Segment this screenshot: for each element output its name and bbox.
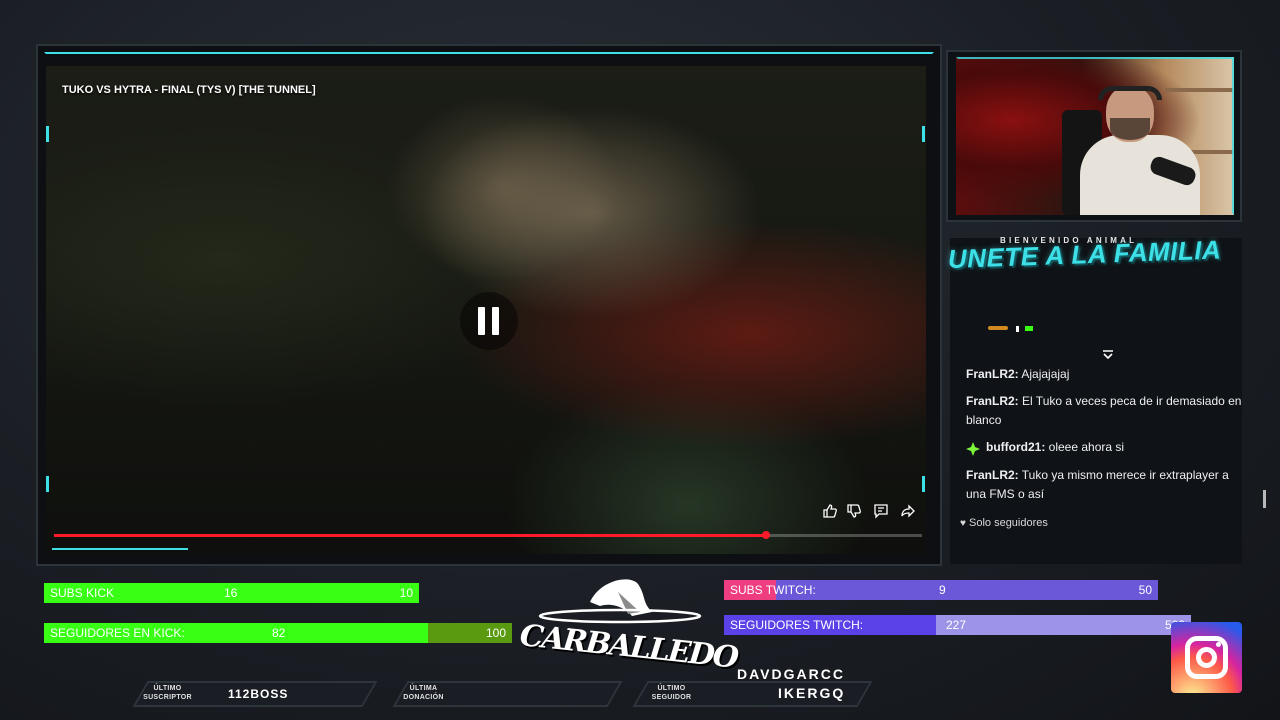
chat-message: bufford21: oleee ahora si <box>986 438 1268 457</box>
chat-text: oleee ahora si <box>1048 440 1125 454</box>
followers-kick-target: 100 <box>485 626 506 640</box>
subs-kick-bar: SUBS KICK 16 10 <box>44 583 419 603</box>
frame-accent <box>922 126 925 142</box>
last-subscriber-name: 112BOSS <box>228 687 289 701</box>
subs-twitch-bar: SUBS TWITCH: 9 50 <box>724 580 1158 600</box>
pause-button[interactable] <box>460 292 518 350</box>
last-donation-caption: ÚLTIMA DONACIÓN <box>396 684 451 702</box>
last-follower-name: IKERGQ <box>778 685 846 701</box>
caption-line: ÚLTIMA <box>409 685 438 692</box>
followers-kick-bar: SEGUIDORES EN KICK: 82 100 <box>44 623 512 643</box>
followers-only-label: Solo seguidores <box>969 517 1048 529</box>
last-subscriber-caption: ÚLTIMO SUSCRIPTOR <box>140 684 195 702</box>
followers-only-status[interactable]: ♥ Solo seguidores <box>960 517 1048 529</box>
followers-twitch-label: SEGUIDORES TWITCH: <box>730 618 864 632</box>
comment-icon[interactable] <box>872 503 890 521</box>
green-diamond-badge-icon <box>966 442 980 456</box>
frame-accent <box>52 548 188 550</box>
caption-line: DONACIÓN <box>403 694 444 701</box>
chat-message: FranLR2: Ajajajajaj <box>966 365 1248 384</box>
chat-username[interactable]: bufford21: <box>986 440 1045 454</box>
caption-line: ÚLTIMO <box>153 685 182 692</box>
frame-accent <box>46 126 49 142</box>
chat-username[interactable]: FranLR2: <box>966 394 1019 408</box>
thumbs-up-icon[interactable] <box>821 503 839 521</box>
chat-username[interactable]: FranLR2: <box>966 367 1019 381</box>
subs-kick-current: 16 <box>224 586 238 600</box>
followers-twitch-current: 227 <box>946 618 967 632</box>
caption-line: SUSCRIPTOR <box>143 694 192 701</box>
chat-message: FranLR2: El Tuko a veces peca de ir dema… <box>966 392 1248 430</box>
chat-username[interactable]: FranLR2: <box>966 468 1019 482</box>
frame-accent <box>922 476 925 492</box>
last-follower-caption: ÚLTIMO SEGUIDOR <box>644 684 699 702</box>
subs-kick-target: 10 <box>399 586 413 600</box>
subs-twitch-target: 50 <box>1138 583 1152 597</box>
followers-kick-current: 82 <box>272 626 286 640</box>
chat-partial-text <box>1016 326 1019 332</box>
followers-kick-label: SEGUIDORES EN KICK: <box>50 626 185 640</box>
video-title[interactable]: TUKO VS HYTRA - FINAL (TYS V) [THE TUNNE… <box>62 84 316 96</box>
caption-line: SEGUIDOR <box>651 694 692 701</box>
followers-twitch-bar: SEGUIDORES TWITCH: 227 500 <box>724 615 1191 635</box>
caption-line: ÚLTIMO <box>657 685 686 692</box>
chat-text: Ajajajajaj <box>1021 367 1070 381</box>
webcam-accent <box>956 57 1234 215</box>
pause-icon <box>478 307 485 335</box>
subs-twitch-label: SUBS TWITCH: <box>730 583 816 597</box>
chat-partial-emote <box>988 326 1008 330</box>
progress-fill <box>54 534 766 537</box>
subs-twitch-current: 9 <box>939 583 946 597</box>
thumbs-down-icon[interactable] <box>845 503 863 521</box>
subs-kick-label: SUBS KICK <box>50 586 115 600</box>
progress-knob[interactable] <box>761 531 770 539</box>
frame-accent <box>46 476 49 492</box>
last-follower-name: DAVDGARCC <box>737 666 845 682</box>
chat-partial-badge <box>1025 326 1033 331</box>
share-icon[interactable] <box>899 503 917 521</box>
chat-message: FranLR2: Tuko ya mismo merece ir extrapl… <box>966 466 1248 504</box>
heart-icon: ♥ <box>960 518 966 529</box>
instagram-icon[interactable] <box>1171 622 1242 693</box>
chat-scrollbar[interactable] <box>1263 490 1266 508</box>
scroll-down-icon[interactable] <box>1101 348 1115 362</box>
